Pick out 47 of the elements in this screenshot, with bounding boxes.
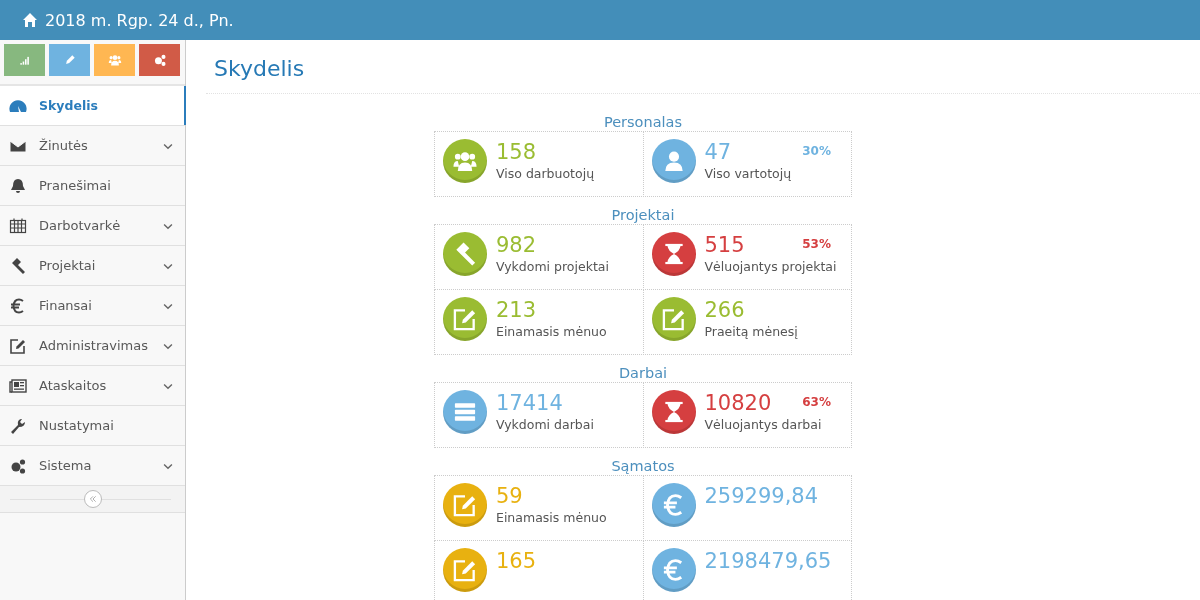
stat-label: Vėluojantys projektai bbox=[704, 258, 837, 276]
edit-icon bbox=[452, 492, 478, 518]
collapse-sidebar-button[interactable] bbox=[83, 490, 102, 508]
home-icon bbox=[21, 11, 39, 29]
stat-value: 259299,84 bbox=[704, 483, 819, 509]
edit-icon bbox=[9, 336, 27, 355]
stat-value: 59 bbox=[496, 483, 523, 509]
stat-percent: 30% bbox=[802, 144, 831, 158]
shortcut-button[interactable] bbox=[139, 44, 180, 76]
section-title: Darbai bbox=[617, 365, 669, 381]
stat-label: Praeitą mėnesį bbox=[704, 323, 798, 341]
edit-icon bbox=[452, 306, 478, 332]
stat-percent: 63% bbox=[802, 395, 831, 409]
section-title: Personalas bbox=[602, 114, 684, 130]
people-icon bbox=[107, 53, 122, 67]
stat-value: 17414 bbox=[496, 390, 563, 416]
wrench-icon bbox=[9, 416, 27, 435]
bell-icon bbox=[9, 176, 27, 195]
stat-label: Vykdomi darbai bbox=[496, 416, 594, 434]
stat-percent: 53% bbox=[802, 237, 831, 251]
shortcut-button[interactable] bbox=[49, 44, 90, 76]
stat-label: Vykdomi projektai bbox=[496, 258, 609, 276]
header-date: 2018 m. Rgp. 24 d., Pn. bbox=[45, 10, 234, 30]
stat-value: 515 bbox=[704, 232, 745, 258]
newspaper-icon bbox=[9, 376, 27, 395]
section-title: Projektai bbox=[610, 207, 676, 223]
shortcut-button[interactable] bbox=[4, 44, 45, 76]
stat-value: 158 bbox=[496, 139, 537, 165]
stat-value: 213 bbox=[496, 297, 537, 323]
stat-value: 47 bbox=[704, 139, 732, 165]
stat-label: Einamasis mėnuo bbox=[496, 323, 607, 341]
stat-value: 165 bbox=[496, 548, 537, 574]
stat-value: 982 bbox=[496, 232, 537, 258]
edit-icon bbox=[660, 306, 687, 332]
shortcut-button[interactable] bbox=[94, 44, 135, 76]
stat-value: 266 bbox=[704, 297, 745, 323]
calendar-icon bbox=[9, 216, 27, 235]
page-title: Skydelis bbox=[206, 40, 1200, 94]
stat-label: Viso vartotojų bbox=[704, 165, 792, 183]
stat-label: Viso darbuotojų bbox=[496, 165, 595, 183]
stat-label: Einamasis mėnuo bbox=[496, 509, 607, 527]
stat-value: 2198479,65 bbox=[704, 548, 832, 574]
sidebar-item[interactable]: Skydelis bbox=[0, 86, 185, 126]
stat-label: Vėluojantys darbai bbox=[704, 416, 822, 434]
edit-icon bbox=[452, 557, 478, 583]
section-title: Sąmatos bbox=[610, 458, 676, 474]
stat-value: 10820 bbox=[704, 390, 772, 416]
